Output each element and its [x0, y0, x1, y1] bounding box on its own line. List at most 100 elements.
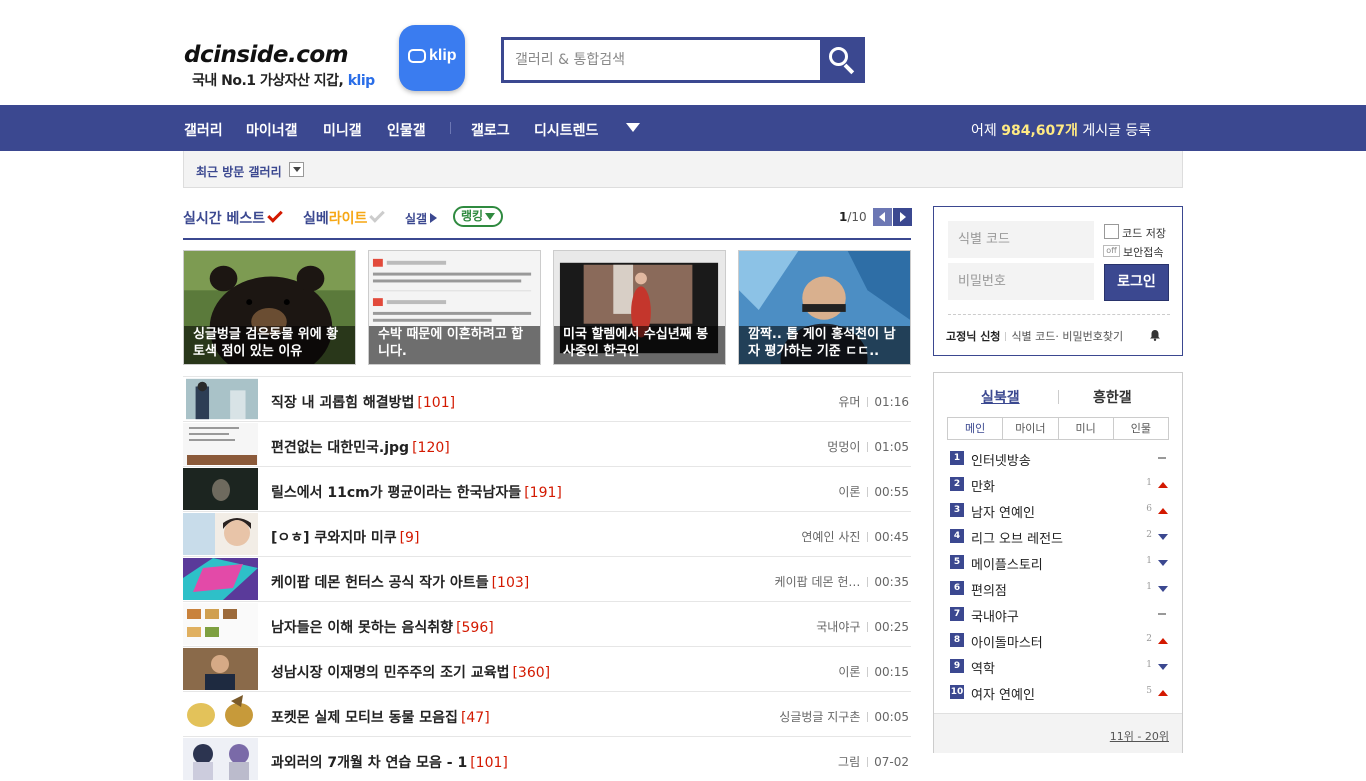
- best-card[interactable]: 수박 때문에 이혼하려고 합니다.: [368, 250, 541, 365]
- list-item[interactable]: 과외러의 7개월 차 연습 모음 - 1 [101] 그림 07-02: [183, 736, 911, 781]
- rank-number: 9: [950, 659, 964, 673]
- list-item[interactable]: 직장 내 괴롭힘 해결방법 [101] 유머 01:16: [183, 376, 911, 421]
- card-caption: 싱글벙글 검은동물 위에 황토색 점이 있는 이유: [184, 326, 355, 364]
- post-thumbnail: [183, 513, 258, 555]
- ranking-item[interactable]: 1 인터넷방송: [950, 450, 1168, 469]
- post-title-text: 성남시장 이재명의 민주주의 조기 교육법: [271, 665, 510, 681]
- post-gallery[interactable]: 멍멍이: [827, 440, 860, 454]
- yesterday-post-count: 어제 984,607개 게시글 등록: [971, 120, 1151, 140]
- tab-live-best-label: 실시간 베스트: [183, 211, 266, 227]
- post-gallery[interactable]: 이론: [838, 665, 860, 679]
- secure-login-label: 보안접속: [1123, 246, 1164, 259]
- nav-more-icon[interactable]: [626, 123, 640, 132]
- prev-page-button[interactable]: [873, 208, 892, 226]
- next-page-button[interactable]: [893, 208, 912, 226]
- post-meta: 싱글벙글 지구촌 00:05: [779, 708, 909, 725]
- rank-number: 7: [950, 607, 964, 621]
- tab-silbe-lite[interactable]: 실베라이트: [303, 207, 386, 228]
- post-title: 케이팝 데몬 헌터스 공식 작가 아트들 [103]: [271, 572, 529, 592]
- tab-silbe-label: 실베: [303, 211, 329, 227]
- post-gallery[interactable]: 케이팝 데몬 헌…: [775, 575, 861, 589]
- post-gallery[interactable]: 국내야구: [816, 620, 860, 634]
- main-nav: 갤러리 마이너갤 미니갤 인물갤 갤로그 디시트렌드 어제 984,607개 게…: [0, 105, 1366, 151]
- rank-number: 1: [950, 451, 964, 465]
- password-input[interactable]: [948, 263, 1094, 300]
- search-input[interactable]: [504, 40, 820, 80]
- post-title-text: [ㅇㅎ] 쿠와지마 미쿠: [271, 530, 397, 546]
- ranking-item[interactable]: 8 아이돌마스터 2: [950, 632, 1168, 651]
- list-item[interactable]: 릴스에서 11cm가 평균이라는 한국남자들 [191] 이론 00:55: [183, 466, 911, 511]
- list-item[interactable]: 케이팝 데몬 헌터스 공식 작가 아트들 [103] 케이팝 데몬 헌… 00:35: [183, 556, 911, 601]
- post-title-text: 편견없는 대한민국.jpg: [271, 440, 410, 456]
- nav-mini-gallery[interactable]: 미니갤: [323, 120, 362, 140]
- post-gallery[interactable]: 그림: [838, 755, 860, 769]
- post-gallery[interactable]: 연예인 사진: [801, 530, 860, 544]
- ranking-item[interactable]: 4 리그 오브 레전드 2: [950, 528, 1168, 547]
- rank-gallery-name: 만화: [971, 480, 995, 495]
- post-gallery[interactable]: 이론: [838, 485, 860, 499]
- save-code-checkbox[interactable]: [1104, 224, 1119, 239]
- list-item[interactable]: [ㅇㅎ] 쿠와지마 미쿠 [9] 연예인 사진 00:45: [183, 511, 911, 556]
- nav-dc-trend[interactable]: 디시트렌드: [534, 120, 598, 140]
- logo-tagline: 국내 No.1 가상자산 지갑, klip: [192, 70, 375, 90]
- tab-heunghan-gallery[interactable]: 흥한갤: [1093, 387, 1132, 407]
- category-person[interactable]: 인물: [1112, 418, 1168, 439]
- search-button[interactable]: [820, 40, 862, 80]
- recent-galleries-toggle[interactable]: [289, 162, 304, 177]
- best-card[interactable]: 싱글벙글 검은동물 위에 황토색 점이 있는 이유: [183, 250, 356, 365]
- tab-ranking[interactable]: 랭킹: [453, 206, 504, 227]
- klip-badge-label: klip: [429, 47, 457, 64]
- post-meta: 케이팝 데몬 헌… 00:35: [775, 573, 909, 590]
- ranking-item[interactable]: 2 만화 1: [950, 476, 1168, 495]
- post-gallery[interactable]: 유머: [838, 395, 860, 409]
- post-count-suffix: 게시글 등록: [1077, 123, 1152, 139]
- nav-minor-gallery[interactable]: 마이너갤: [246, 120, 298, 140]
- ranking-item[interactable]: 9 역학 1: [950, 658, 1168, 677]
- tab-silbuk-gallery[interactable]: 실북갤: [981, 387, 1020, 407]
- fixed-nick-link[interactable]: 고정닉 신청: [946, 330, 1000, 343]
- find-code-password-link[interactable]: 식별 코드· 비밀번호찾기: [1011, 330, 1123, 343]
- post-title-text: 남자들은 이해 못하는 음식취향: [271, 620, 454, 636]
- rank-gallery-name: 인터넷방송: [971, 454, 1031, 469]
- save-code-label: 코드 저장: [1122, 227, 1166, 240]
- best-card[interactable]: 깜짝.. 톱 게이 홍석천이 남자 평가하는 기준 ㄷㄷ..: [738, 250, 911, 365]
- best-card[interactable]: 미국 할렘에서 수십년째 봉사중인 한국인: [553, 250, 726, 365]
- post-gallery[interactable]: 싱글벙글 지구촌: [779, 710, 860, 724]
- secure-login-toggle[interactable]: off: [1103, 245, 1120, 257]
- rank-gallery-name: 편의점: [971, 584, 1007, 599]
- nav-gallery[interactable]: 갤러리: [184, 120, 223, 140]
- post-thumbnail: [183, 738, 258, 780]
- post-title: 직장 내 괴롭힘 해결방법 [101]: [271, 392, 455, 412]
- category-main[interactable]: 메인: [948, 418, 1002, 439]
- ranking-item[interactable]: 6 편의점 1: [950, 580, 1168, 599]
- post-thumbnail: [183, 693, 258, 735]
- ranking-item[interactable]: 10 여자 연예인 5: [950, 684, 1168, 703]
- ranking-item[interactable]: 3 남자 연예인 6: [950, 502, 1168, 521]
- tab-live-best[interactable]: 실시간 베스트: [183, 207, 283, 228]
- category-minor[interactable]: 마이너: [1002, 418, 1057, 439]
- login-button[interactable]: 로그인: [1104, 264, 1169, 301]
- nav-person-gallery[interactable]: 인물갤: [387, 120, 426, 140]
- list-item[interactable]: 남자들은 이해 못하는 음식취향 [596] 국내야구 00:25: [183, 601, 911, 646]
- post-title: [ㅇㅎ] 쿠와지마 미쿠 [9]: [271, 527, 419, 547]
- next-ranks-link[interactable]: 11위 - 20위: [1110, 728, 1169, 744]
- klip-app-badge[interactable]: klip: [399, 25, 465, 91]
- rank-down-icon: [1158, 534, 1168, 540]
- reply-count: [596]: [456, 620, 494, 636]
- ranking-item[interactable]: 5 메이플스토리 1: [950, 554, 1168, 573]
- logo-tagline-text: 국내 No.1 가상자산 지갑,: [192, 73, 344, 89]
- list-item[interactable]: 편견없는 대한민국.jpg [120] 멍멍이 01:05: [183, 421, 911, 466]
- post-time: 00:35: [874, 575, 909, 589]
- category-mini[interactable]: 미니: [1057, 418, 1113, 439]
- list-item[interactable]: 성남시장 이재명의 민주주의 조기 교육법 [360] 이론 00:15: [183, 646, 911, 691]
- id-code-input[interactable]: [948, 221, 1094, 258]
- recent-galleries-label[interactable]: 최근 방문 갤러리: [196, 163, 282, 180]
- ranking-item[interactable]: 7 국내야구: [950, 606, 1168, 625]
- nav-gallog[interactable]: 갤로그: [471, 120, 510, 140]
- card-caption: 수박 때문에 이혼하려고 합니다.: [369, 326, 540, 364]
- card-caption: 미국 할렘에서 수십년째 봉사중인 한국인: [554, 326, 725, 364]
- bell-icon[interactable]: [1149, 329, 1161, 341]
- site-logo[interactable]: dcinside.com: [184, 42, 349, 68]
- list-item[interactable]: 포켓몬 실제 모티브 동물 모음집 [47] 싱글벙글 지구촌 00:05: [183, 691, 911, 736]
- tab-silgal[interactable]: 실갤: [405, 210, 438, 227]
